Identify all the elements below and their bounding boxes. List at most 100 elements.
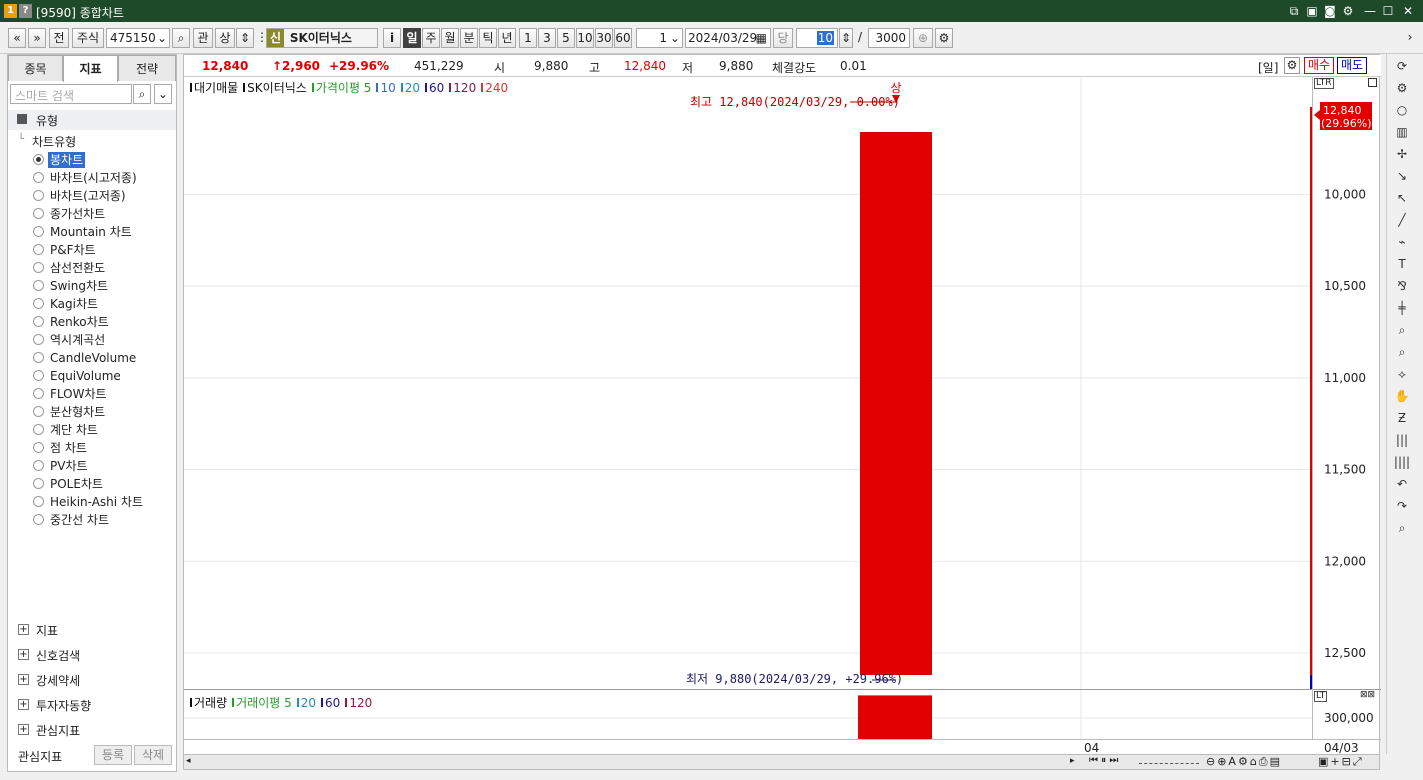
- watch-button[interactable]: 관: [193, 28, 213, 48]
- chart-type-item[interactable]: 역시계곡선: [50, 332, 105, 348]
- count-input[interactable]: 10: [796, 28, 838, 48]
- playback-controls[interactable]: ⏮ ⏸ ⏭: [1089, 755, 1118, 766]
- radio-2[interactable]: [33, 190, 44, 201]
- radio-6[interactable]: [33, 262, 44, 273]
- radio-18[interactable]: [33, 478, 44, 489]
- sell-button[interactable]: 매도: [1337, 57, 1367, 74]
- interval-10[interactable]: 10: [576, 28, 594, 48]
- interval-60[interactable]: 60: [614, 28, 632, 48]
- period-3[interactable]: 분: [460, 28, 478, 48]
- four-lines-icon[interactable]: ||||: [1392, 452, 1412, 472]
- upper-button[interactable]: 상: [215, 28, 235, 48]
- chart-type-item[interactable]: 봉차트: [48, 152, 86, 168]
- calendar-icon[interactable]: ▦: [756, 29, 767, 47]
- radio-15[interactable]: [33, 424, 44, 435]
- tab-indicator[interactable]: 지표: [63, 55, 118, 82]
- smart-search-input[interactable]: 스마트 검색: [10, 84, 132, 104]
- period-5[interactable]: 년: [498, 28, 516, 48]
- interval-30[interactable]: 30: [595, 28, 613, 48]
- radio-1[interactable]: [33, 172, 44, 183]
- n-line-icon[interactable]: Ƶ: [1392, 408, 1412, 428]
- tab-stock[interactable]: 종목: [8, 55, 63, 81]
- pattern-icon[interactable]: ⅋: [1392, 276, 1412, 296]
- gear-icon[interactable]: ⚙: [1392, 78, 1412, 98]
- radio-5[interactable]: [33, 244, 44, 255]
- expand-plus-icon[interactable]: +: [18, 649, 29, 660]
- prefix-button[interactable]: 전: [49, 28, 69, 48]
- camera-icon[interactable]: ◙: [1322, 3, 1338, 19]
- register-button[interactable]: 등록: [94, 745, 132, 765]
- scale-toggle-icon[interactable]: LT: [1314, 691, 1328, 702]
- chart-scrollbar[interactable]: ◂ ▸ ⏮ ⏸ ⏭ ⊖⊕A⚙⌂⎙▤ ▣+⊟⤢: [183, 754, 1380, 770]
- chart-icon[interactable]: ▥: [1392, 122, 1412, 142]
- current-button[interactable]: 당: [773, 28, 793, 48]
- period-1[interactable]: 주: [422, 28, 440, 48]
- collapse-chevron-icon[interactable]: ›: [1403, 28, 1417, 48]
- view-tools[interactable]: ▣+⊟⤢: [1318, 755, 1364, 769]
- chart-type-item[interactable]: P&F차트: [50, 242, 96, 258]
- undo-icon[interactable]: ↶: [1392, 474, 1412, 494]
- radio-19[interactable]: [33, 496, 44, 507]
- delete-button[interactable]: 삭제: [134, 745, 172, 765]
- scroll-left-icon[interactable]: ◂: [186, 756, 191, 766]
- circle-icon[interactable]: ○: [1392, 100, 1412, 120]
- radio-14[interactable]: [33, 406, 44, 417]
- chart-type-item[interactable]: Mountain 차트: [50, 224, 132, 240]
- zoom-tools[interactable]: ⊖⊕A⚙⌂⎙▤: [1206, 755, 1282, 769]
- help-icon[interactable]: ?: [19, 4, 32, 18]
- expand-plus-icon[interactable]: +: [18, 724, 29, 735]
- interval-1[interactable]: 1: [519, 28, 537, 48]
- updown-stepper[interactable]: ⇕: [236, 28, 254, 48]
- radio-9[interactable]: [33, 316, 44, 327]
- expand-plus-icon[interactable]: +: [18, 624, 29, 635]
- close-icon[interactable]: ✕: [1400, 3, 1416, 19]
- radio-16[interactable]: [33, 442, 44, 453]
- zoom-list-icon[interactable]: ⌕: [1392, 342, 1412, 362]
- chart-type-item[interactable]: Kagi차트: [50, 296, 98, 312]
- stock-code-input[interactable]: 475150 ⌄: [106, 28, 170, 48]
- radio-13[interactable]: [33, 388, 44, 399]
- radio-12[interactable]: [33, 370, 44, 381]
- chart-type-item[interactable]: 바차트(시고저종): [50, 170, 137, 186]
- radio-3[interactable]: [33, 208, 44, 219]
- volume-chart-svg[interactable]: 300,000: [184, 690, 1381, 740]
- magnet-icon[interactable]: ⟡: [1392, 364, 1412, 384]
- chart-type-item[interactable]: 바차트(고저종): [50, 188, 126, 204]
- expand-plus-icon[interactable]: +: [18, 674, 29, 685]
- candle[interactable]: [860, 132, 932, 675]
- link-icon[interactable]: ⧉: [1286, 3, 1302, 19]
- interval-5[interactable]: 5: [557, 28, 575, 48]
- search-icon[interactable]: ⌕: [1392, 518, 1412, 538]
- price-chart-svg[interactable]: 12,50012,00011,50011,00010,50010,000상최고 …: [184, 77, 1381, 689]
- radio-11[interactable]: [33, 352, 44, 363]
- menu-dots-icon[interactable]: ⋮: [256, 28, 268, 48]
- count-stepper[interactable]: ⇕: [839, 28, 853, 48]
- prev-page-button[interactable]: «: [8, 28, 26, 48]
- interval-select[interactable]: 1 ⌄: [636, 28, 683, 48]
- period-4[interactable]: 틱: [479, 28, 497, 48]
- chart-type-item[interactable]: Swing차트: [50, 278, 108, 294]
- maximize-icon[interactable]: ☐: [1380, 3, 1396, 19]
- scroll-right-icon[interactable]: ▸: [1070, 756, 1075, 766]
- settings-icon[interactable]: ⚙: [1340, 3, 1356, 19]
- zoom-in-icon[interactable]: ⌕: [1392, 320, 1412, 340]
- scale-toggle-icon[interactable]: LTR: [1314, 78, 1334, 89]
- section-3[interactable]: 투자자동향: [36, 697, 91, 714]
- period-2[interactable]: 월: [441, 28, 459, 48]
- chart-type-item[interactable]: PV차트: [50, 458, 88, 474]
- chart-type-item[interactable]: EquiVolume: [50, 368, 121, 384]
- minimize-icon[interactable]: —: [1362, 3, 1378, 19]
- crosshair-icon[interactable]: ✢: [1392, 144, 1412, 164]
- redo-icon[interactable]: ↷: [1392, 496, 1412, 516]
- volume-bar[interactable]: [858, 695, 932, 739]
- radio-17[interactable]: [33, 460, 44, 471]
- chart-type-item[interactable]: FLOW차트: [50, 386, 107, 402]
- pointer-icon[interactable]: ↘: [1392, 166, 1412, 186]
- tab-strategy[interactable]: 전략: [118, 55, 176, 81]
- chart-type-item[interactable]: 분산형차트: [50, 404, 105, 420]
- pane-close-icon[interactable]: ⊠⊠: [1360, 691, 1375, 700]
- zoom-slider[interactable]: [1139, 760, 1199, 764]
- search-icon[interactable]: ⌕: [172, 28, 190, 48]
- expand-down-icon[interactable]: ⌄: [154, 84, 172, 104]
- section-0[interactable]: 지표: [36, 622, 58, 639]
